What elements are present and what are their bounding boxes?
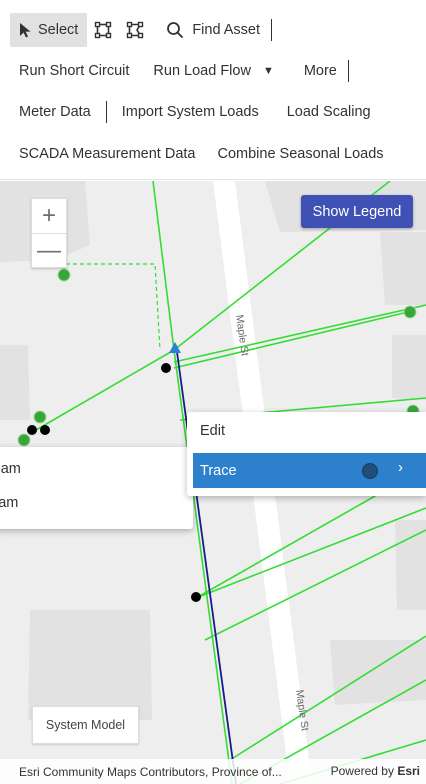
zoom-out-button[interactable]: — (32, 233, 66, 267)
downstream-option[interactable]: Downstream (0, 488, 18, 518)
find-asset-label: Find Asset (192, 22, 261, 38)
toolbar-separator (347, 60, 349, 82)
attribution-text[interactable]: Esri Community Maps Contributors, Provin… (19, 765, 282, 779)
toolbar-row-4: SCADA Measurement Data Combine Seasonal … (10, 136, 393, 172)
combine-seasonal-loads-button[interactable]: Combine Seasonal Loads (209, 137, 393, 171)
more-button[interactable]: More (295, 54, 346, 88)
chevron-right-icon: › (398, 459, 403, 476)
map-view[interactable]: Maple St Maple St + — Show Legend Upstre… (0, 181, 426, 784)
zoom-control: + — (31, 198, 67, 268)
map-attribution: Esri Community Maps Contributors, Provin… (0, 759, 426, 784)
system-model-button[interactable]: System Model (32, 706, 139, 744)
toolbar: Select Find Asset Run Short Circuit Run … (0, 0, 426, 180)
edit-menu-item[interactable]: Edit (200, 423, 225, 439)
lasso-select-button[interactable] (119, 13, 151, 47)
lasso-select-icon (126, 21, 144, 39)
trace-status-dot-icon (360, 461, 380, 481)
scada-measurement-data-button[interactable]: SCADA Measurement Data (10, 137, 205, 171)
esri-label: Esri (397, 764, 420, 778)
powered-by-esri[interactable]: Powered by Esri (331, 764, 420, 778)
toolbar-row-3: Meter Data Import System Loads Load Scal… (10, 94, 380, 130)
upstream-option[interactable]: Upstream (0, 454, 21, 484)
pointer-arrow-icon (19, 22, 33, 38)
rectangle-select-button[interactable] (87, 13, 119, 47)
zoom-in-button[interactable]: + (32, 199, 66, 233)
select-label: Select (38, 22, 79, 38)
search-icon (166, 21, 184, 39)
powered-by-label: Powered by (330, 764, 394, 778)
run-load-flow-button[interactable]: Run Load Flow ▼ (144, 54, 282, 88)
show-legend-button[interactable]: Show Legend (301, 195, 413, 228)
select-button[interactable]: Select (10, 13, 88, 47)
trace-menu-item[interactable]: Trace › (193, 453, 426, 488)
toolbar-separator (271, 19, 273, 41)
selected-feature-marker[interactable] (169, 342, 181, 353)
feature-context-menu: Edit Trace › (187, 412, 426, 496)
find-asset-button[interactable]: Find Asset (157, 13, 269, 47)
rectangle-select-icon (94, 21, 112, 39)
meter-data-button[interactable]: Meter Data (10, 95, 100, 129)
run-load-flow-label: Run Load Flow (153, 63, 251, 79)
trace-submenu: Upstream Downstream (0, 447, 193, 529)
green-dashed-line (63, 263, 161, 351)
load-scaling-button[interactable]: Load Scaling (278, 95, 380, 129)
run-short-circuit-button[interactable]: Run Short Circuit (10, 54, 138, 88)
import-system-loads-button[interactable]: Import System Loads (113, 95, 268, 129)
toolbar-row-2: Run Short Circuit Run Load Flow ▼ More (10, 53, 351, 89)
toolbar-row-1: Select Find Asset (10, 12, 274, 48)
caret-down-icon: ▼ (262, 65, 274, 77)
trace-label: Trace (200, 462, 237, 479)
toolbar-separator (105, 101, 107, 123)
